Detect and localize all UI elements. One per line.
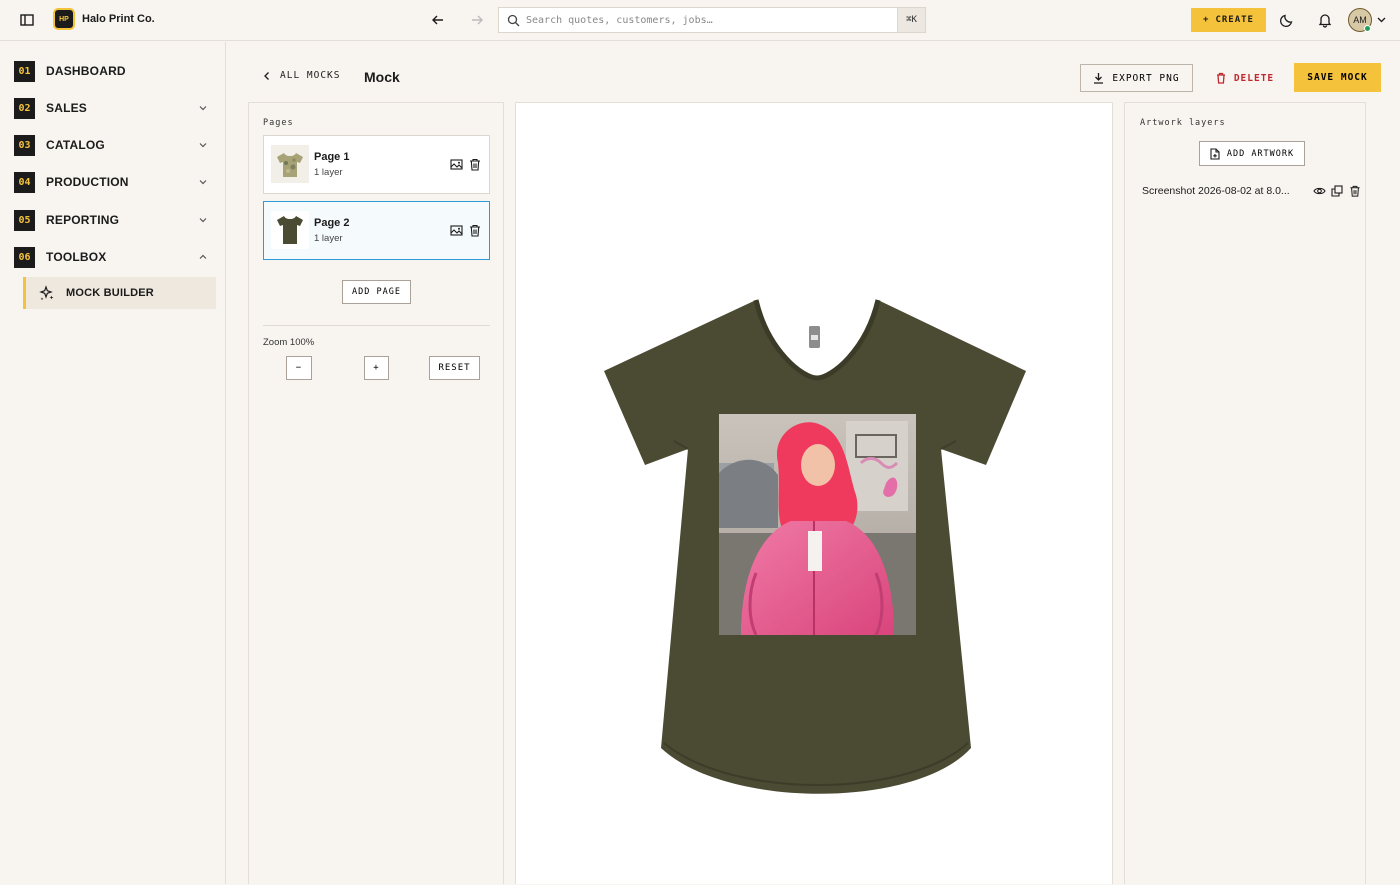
pages-panel: Pages Page 1 1 layer Page 2 1 layer ADD …: [248, 102, 504, 884]
chevron-down-icon[interactable]: [1376, 14, 1387, 25]
divider: [263, 325, 490, 326]
moon-icon[interactable]: [1279, 12, 1295, 28]
eye-icon[interactable]: [1313, 185, 1326, 197]
create-button[interactable]: + CREATE: [1191, 8, 1266, 32]
create-label: CREATE: [1215, 15, 1254, 25]
sidebar-item-production[interactable]: 04 PRODUCTION: [14, 171, 214, 193]
sidebar-item-label: DASHBOARD: [46, 64, 126, 78]
back-link-label: ALL MOCKS: [280, 70, 341, 81]
chevron-up-icon: [199, 254, 207, 259]
image-icon[interactable]: [450, 158, 463, 171]
search-input[interactable]: [526, 11, 886, 29]
sidebar-item-catalog[interactable]: 03 CATALOG: [14, 134, 214, 156]
export-label: EXPORT PNG: [1112, 72, 1180, 84]
zoom-label: Zoom 100%: [263, 337, 315, 348]
add-page-button[interactable]: ADD PAGE: [342, 280, 411, 304]
sidebar-item-number: 02: [14, 97, 35, 119]
add-artwork-button[interactable]: ADD ARTWORK: [1199, 141, 1305, 166]
page-title: Mock: [364, 69, 400, 85]
delete-button[interactable]: DELETE: [1206, 64, 1284, 92]
sidebar-subitem-label: MOCK BUILDER: [66, 287, 154, 299]
page-card-selected[interactable]: Page 2 1 layer: [263, 201, 490, 260]
zoom-out-button[interactable]: −: [286, 356, 312, 380]
search-shortcut: ⌘K: [897, 8, 925, 32]
chevron-down-icon: [199, 143, 207, 148]
page-name: Page 1: [314, 151, 350, 163]
trash-icon[interactable]: [469, 158, 481, 171]
sidebar: 01 DASHBOARD 02 SALES 03 CATALOG 04 PROD…: [0, 42, 226, 884]
search-icon: [507, 14, 520, 27]
sidebar-item-dashboard[interactable]: 01 DASHBOARD: [14, 60, 214, 82]
delete-label: DELETE: [1233, 72, 1275, 84]
export-png-button[interactable]: EXPORT PNG: [1080, 64, 1193, 92]
sidebar-toggle-icon[interactable]: [18, 11, 36, 29]
arrow-left-icon[interactable]: [430, 12, 446, 28]
sidebar-item-number: 06: [14, 246, 35, 268]
chevron-down-icon: [199, 218, 207, 223]
zoom-in-button[interactable]: +: [364, 356, 389, 380]
sidebar-item-sales[interactable]: 02 SALES: [14, 97, 214, 119]
all-mocks-back-link[interactable]: ALL MOCKS: [262, 70, 340, 81]
plus-icon: +: [1203, 15, 1210, 25]
sidebar-item-reporting[interactable]: 05 REPORTING: [14, 209, 214, 231]
tshirt-mockup: [604, 299, 1026, 794]
sparkle-icon: [39, 285, 54, 301]
sidebar-item-label: CATALOG: [46, 138, 105, 152]
duplicate-icon[interactable]: [1331, 185, 1343, 197]
page-thumbnail: [271, 211, 309, 249]
zoom-reset-button[interactable]: RESET: [429, 356, 480, 380]
page-name: Page 2: [314, 217, 350, 229]
sidebar-item-number: 05: [14, 209, 35, 231]
save-mock-button[interactable]: SAVE MOCK: [1294, 63, 1381, 92]
add-artwork-label: ADD ARTWORK: [1226, 148, 1295, 159]
chevron-left-icon: [264, 71, 269, 80]
sidebar-item-toolbox[interactable]: 06 TOOLBOX: [14, 246, 214, 268]
sidebar-item-number: 03: [14, 134, 35, 156]
sidebar-item-label: PRODUCTION: [46, 175, 129, 189]
chevron-down-icon: [199, 180, 207, 185]
trash-icon[interactable]: [469, 224, 481, 237]
mock-canvas[interactable]: [515, 102, 1113, 884]
brand-name[interactable]: Halo Print Co.: [82, 13, 155, 25]
image-icon[interactable]: [450, 224, 463, 237]
file-plus-icon: [1210, 147, 1220, 160]
trash-icon[interactable]: [1349, 185, 1361, 197]
sidebar-subitem-mock-builder[interactable]: MOCK BUILDER: [23, 277, 216, 309]
sidebar-item-number: 01: [14, 60, 35, 82]
sidebar-item-number: 04: [14, 171, 35, 193]
trash-icon: [1216, 72, 1225, 84]
pages-panel-title: Pages: [263, 118, 294, 128]
sidebar-item-label: TOOLBOX: [46, 250, 107, 264]
bell-icon[interactable]: [1317, 12, 1333, 28]
brand-logo[interactable]: HP: [53, 8, 75, 30]
artwork-layer-name[interactable]: Screenshot 2026-08-02 at 8.0...: [1142, 185, 1305, 197]
page-layer-count: 1 layer: [314, 233, 343, 244]
online-status-dot: [1364, 25, 1371, 32]
sidebar-item-label: REPORTING: [46, 213, 120, 227]
search-box: ⌘K: [498, 7, 926, 33]
artwork-panel-title: Artwork layers: [1140, 118, 1226, 128]
artwork-layers-panel: Artwork layers ADD ARTWORK Screenshot 20…: [1124, 102, 1366, 884]
page-thumbnail: [271, 145, 309, 183]
artwork-photo[interactable]: [719, 414, 916, 636]
top-bar: HP Halo Print Co. ⌘K + CREATE AM: [0, 0, 1400, 41]
chevron-down-icon: [199, 106, 207, 111]
page-layer-count: 1 layer: [314, 167, 343, 178]
sidebar-item-label: SALES: [46, 101, 88, 115]
download-icon: [1094, 73, 1104, 84]
page-card[interactable]: Page 1 1 layer: [263, 135, 490, 194]
arrow-right-icon[interactable]: [469, 12, 485, 28]
